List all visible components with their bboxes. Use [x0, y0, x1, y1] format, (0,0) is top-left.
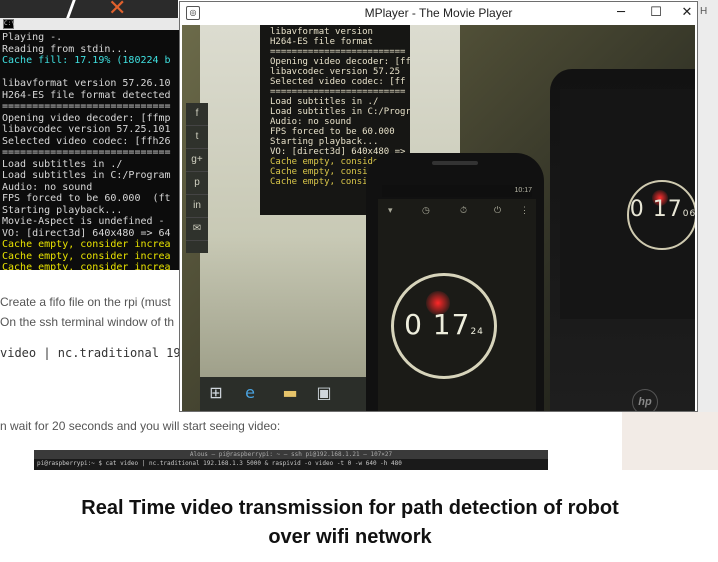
back-timer-sub: 06: [682, 209, 695, 219]
caption-line-2: over wifi network: [268, 526, 432, 548]
article-text-wait: n wait for 20 seconds and you will start…: [0, 419, 281, 433]
video-phone-speaker: [432, 161, 478, 165]
back-timer-main: 0 17: [629, 197, 683, 222]
linkedin-icon: in: [186, 195, 208, 218]
menu-icon: ⋮: [520, 205, 529, 215]
console-line: FPS forced to be 60.000 (ft: [2, 193, 171, 204]
console-line: Movie-Aspect is undefined -: [2, 216, 171, 227]
hp-logo: hp: [632, 389, 658, 411]
console-line: ============================: [2, 147, 171, 158]
close-button[interactable]: ✕: [672, 2, 702, 24]
video-terminal-line: Opening video decoder: [ffm: [270, 57, 410, 67]
front-timer-sub: 24: [470, 327, 484, 337]
mplayer-window[interactable]: ◎ MPlayer - The Movie Player ─ ☐ ✕ libav…: [179, 1, 698, 412]
video-social-bar: f t g+ p in ✉: [186, 103, 208, 253]
terminal-screenshot-command: pi@raspberrypi:~ $ cat video | nc.tradit…: [37, 460, 402, 467]
twitter-icon: t: [186, 126, 208, 149]
video-phone-app-icons: ▾ ◷ ⏱ ⏻ ⋮: [382, 205, 532, 219]
article-code-snippet: video | nc.traditional 192: [0, 346, 188, 360]
console-line: Opening video decoder: [ffmp: [2, 112, 171, 124]
article-text-ssh: On the ssh terminal window of th: [0, 315, 175, 329]
clock-icon: ◷: [422, 205, 430, 215]
video-terminal-line: Audio: no sound: [270, 117, 352, 127]
console-line: Reading from stdin...: [2, 43, 129, 55]
image-caption: Real Time video transmission for path de…: [0, 494, 700, 552]
console-line: VO: [direct3d] 640x480 => 64: [2, 227, 171, 239]
maximize-button[interactable]: ☐: [641, 2, 671, 24]
terminal-screenshot-title: Alous — pi@raspberrypi: ~ — ssh pi@192.1…: [34, 450, 548, 459]
console-line: Cache empty, consider increa: [2, 250, 171, 262]
article-text-fifo: Create a fifo file on the rpi (must: [0, 295, 171, 309]
video-terminal-line: =========================: [270, 87, 406, 97]
terminal-screenshot: Alous — pi@raspberrypi: ~ — ssh pi@192.1…: [34, 450, 548, 470]
video-back-timer: 0 1706: [628, 197, 695, 222]
console-line: libavformat version 57.26.10: [2, 78, 171, 89]
video-terminal-line: =========================: [270, 47, 406, 57]
console-window[interactable]: C:\ Playing -. Reading from stdin... Cache…: [0, 18, 181, 270]
video-front-timer: 0 1724: [391, 308, 497, 341]
video-terminal-line: FPS forced to be 60.000: [270, 127, 395, 137]
site-logo: ✕: [0, 0, 178, 18]
windows-icon: ⊞: [209, 383, 223, 402]
console-output: Playing -. Reading from stdin... Cache fil…: [0, 30, 180, 270]
mail-icon: ✉: [186, 218, 208, 241]
caption-line-1: Real Time video transmission for path de…: [81, 497, 619, 519]
video-terminal-line: libavformat version: [270, 27, 373, 37]
terminal-icon: C:\: [3, 19, 15, 29]
console-line: Load subtitles in ./: [2, 158, 123, 170]
video-terminal-line: Load subtitles in C:/Progra: [270, 107, 410, 117]
facebook-icon: f: [186, 103, 208, 126]
googleplus-icon: g+: [186, 149, 208, 172]
right-sidebar: H: [698, 0, 718, 470]
video-terminal-line: libavcodec version 57.25: [270, 67, 401, 77]
video-terminal-line: Starting playback...: [270, 137, 379, 147]
folder-icon: ▬: [282, 383, 298, 402]
browser-icon: e: [245, 383, 255, 402]
console-titlebar[interactable]: C:\: [0, 18, 180, 30]
console-line: ============================: [2, 101, 171, 112]
console-line: Cache fill: 17.19% (180224 b: [2, 55, 171, 66]
right-ad-block: [622, 412, 718, 470]
video-terminal-line: Load subtitles in ./: [270, 97, 379, 107]
console-line: H264-ES file format detected: [2, 89, 171, 101]
store-icon: ▣: [316, 383, 332, 402]
logo-x-icon: ✕: [108, 0, 127, 18]
alarm-icon: ▾: [388, 205, 393, 215]
console-line: Load subtitles in C:/Program: [2, 170, 171, 181]
console-line: Cache empty, consider increa: [2, 239, 171, 250]
console-line: Starting playback...: [2, 204, 123, 216]
console-line: Audio: no sound: [2, 181, 93, 193]
stopwatch-icon: ⏱: [460, 205, 468, 215]
video-terminal-line: H264-ES file format: [270, 37, 373, 47]
video-terminal-line: Selected video codec: [ff: [270, 77, 406, 87]
console-line: libavcodec version 57.25.101: [2, 124, 171, 135]
console-line: Selected video codec: [ffh26: [2, 135, 171, 147]
video-frame[interactable]: libavformat version H264-ES file format ==…: [182, 25, 695, 411]
console-line: Cache empty, consider increa: [2, 262, 171, 270]
timer-icon: ⏻: [494, 205, 502, 215]
minimize-button[interactable]: ─: [606, 2, 636, 24]
video-phone-statusbar: 10:17: [382, 185, 532, 197]
front-timer-main: 0 17: [404, 308, 471, 341]
console-line: Playing -.: [2, 32, 63, 43]
pinterest-icon: p: [186, 172, 208, 195]
mplayer-titlebar[interactable]: ◎ MPlayer - The Movie Player ─ ☐ ✕: [180, 2, 697, 24]
